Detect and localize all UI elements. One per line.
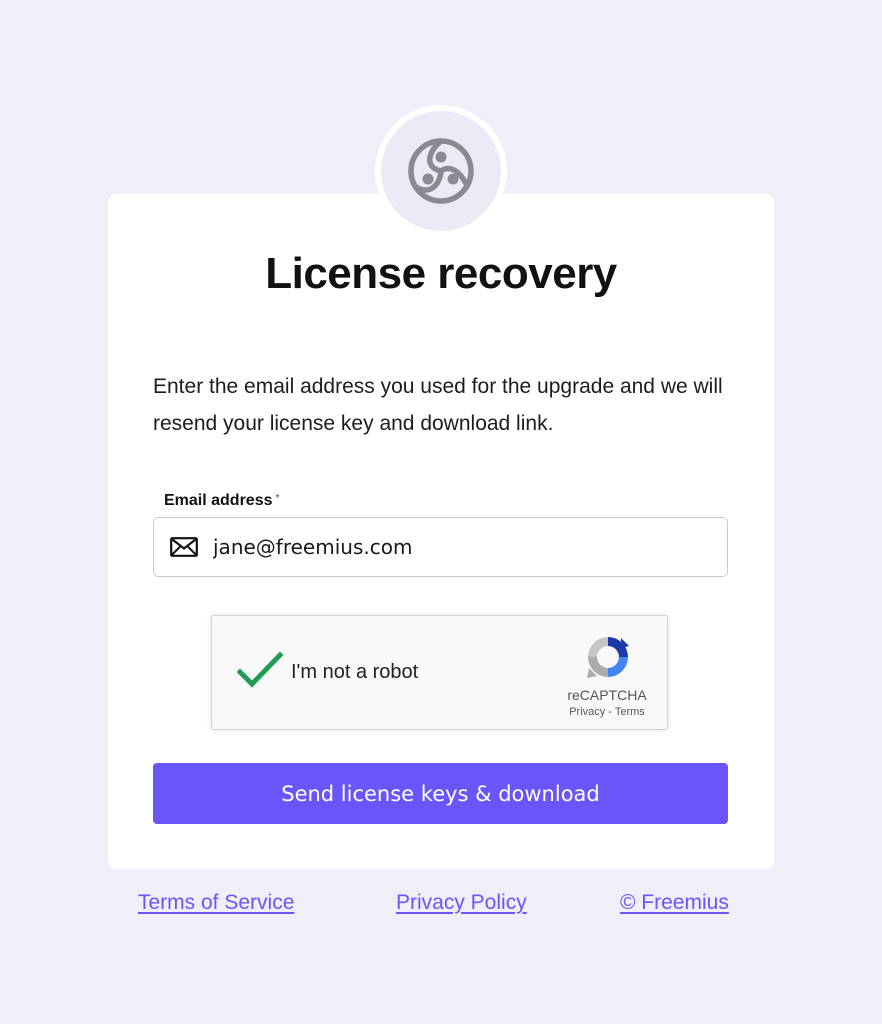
recaptcha-brand: reCAPTCHA [567, 687, 647, 703]
logo-badge [375, 105, 507, 237]
freemius-logo-icon [408, 138, 474, 204]
email-label: Email address * [164, 492, 279, 510]
logo-background [381, 111, 501, 231]
email-label-text: Email address [164, 492, 273, 509]
page-title: License recovery [265, 249, 617, 298]
recaptcha-separator: - [608, 706, 612, 718]
email-field[interactable] [153, 517, 728, 577]
recaptcha-widget: I'm not a robot reCAPTCHA Privacy - Term… [211, 615, 668, 730]
checkmark-icon[interactable] [237, 650, 283, 690]
required-mark: * [275, 493, 280, 504]
page-description: Enter the email address you used for the… [153, 375, 723, 435]
terms-of-service-link[interactable]: Terms of Service [138, 889, 294, 917]
envelope-icon [170, 536, 198, 558]
send-license-button[interactable]: Send license keys & download [153, 763, 728, 824]
recaptcha-links: Privacy - Terms [552, 706, 662, 718]
privacy-policy-link[interactable]: Privacy Policy [396, 889, 527, 917]
recaptcha-logo-icon [587, 637, 629, 678]
recaptcha-terms-link[interactable]: Terms [615, 706, 645, 718]
captcha-label: I'm not a robot [291, 661, 419, 683]
recaptcha-privacy-link[interactable]: Privacy [569, 706, 605, 718]
freemius-copyright-link[interactable]: © Freemius [620, 889, 729, 917]
email-input[interactable] [213, 535, 693, 559]
